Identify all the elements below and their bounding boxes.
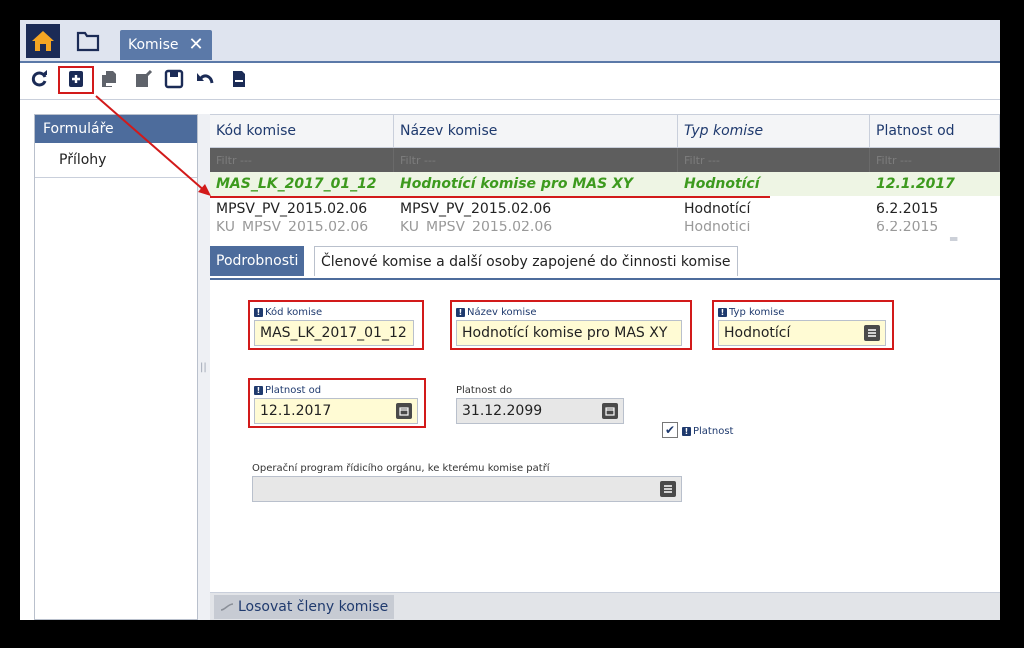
table-cell: Hodnotící <box>684 201 751 217</box>
splitter-grip-icon: || <box>200 362 207 373</box>
refresh-icon <box>31 70 47 87</box>
undo-button[interactable] <box>194 68 216 90</box>
filter-input-nazev[interactable]: Filtr --- <box>394 148 678 172</box>
detail-form: ! Kód komise MAS_LK_2017_01_12 ! Název kom… <box>210 280 1000 600</box>
grid-filter-row: Filtr --- Filtr --- Filtr --- Filtr --- <box>210 148 1000 172</box>
table-cell: Hodnotící komise pro MAS XY <box>400 176 633 192</box>
table-cell: KÚ_MPSV_2015.02.06 <box>400 221 553 233</box>
platnost-label: Platnost <box>693 425 734 437</box>
copy-icon <box>102 71 116 87</box>
left-panel-header: Formuláře <box>35 115 197 143</box>
platnost-checkbox-label-wrap: ! Platnost <box>682 425 733 437</box>
close-icon[interactable]: ✕ <box>188 36 203 54</box>
save-icon <box>164 69 184 89</box>
typ-komise-highlight <box>712 300 894 350</box>
filter-input-typ[interactable]: Filtr --- <box>678 148 870 172</box>
grid-header: Kód komise Název komise Typ komise Platn… <box>210 115 1000 148</box>
save-button[interactable] <box>163 68 185 90</box>
table-cell: Hodnotící <box>684 221 751 233</box>
toolbar <box>20 66 1000 94</box>
operacni-program-label: Operační program řídicího orgánu, ke kte… <box>252 462 550 474</box>
column-header-typ[interactable]: Typ komise <box>678 115 870 147</box>
copy-button[interactable] <box>98 68 120 90</box>
losovat-clenu-button[interactable]: Losovat členy komise <box>214 595 395 619</box>
table-row[interactable]: MPSV_PV_2015.02.06 MPSV_PV_2015.02.06 Ho… <box>210 197 1000 221</box>
operacni-program-select[interactable] <box>252 476 682 502</box>
bottom-action-bar: Losovat členy komise <box>210 592 1000 620</box>
checkmark-icon: ✔ <box>664 423 676 437</box>
column-header-kod[interactable]: Kód komise <box>210 115 394 147</box>
left-panel-item-prilohy[interactable]: Přílohy <box>35 143 197 178</box>
new-record-highlight <box>58 66 94 94</box>
list-icon[interactable] <box>660 481 676 497</box>
table-cell: 12.1.2017 <box>876 176 955 192</box>
filter-input-platnost-od[interactable]: Filtr --- <box>870 148 1000 172</box>
delete-button[interactable] <box>228 68 250 90</box>
platnost-od-highlight <box>248 378 426 428</box>
filter-input-kod[interactable]: Filtr --- <box>210 148 394 172</box>
home-button[interactable] <box>26 24 60 58</box>
table-cell: MPSV_PV_2015.02.06 <box>216 201 368 217</box>
table-cell: Hodnotící <box>684 176 760 192</box>
folder-button[interactable] <box>72 24 104 58</box>
folder-icon <box>76 31 100 52</box>
platnost-do-value: 31.12.2099 <box>462 403 543 419</box>
platnost-do-label: Platnost do <box>456 384 513 396</box>
platnost-do-field: Platnost do 31.12.2099 <box>456 384 624 424</box>
platnost-checkbox[interactable]: ✔ <box>662 422 678 438</box>
table-cell: MAS_LK_2017_01_12 <box>216 176 377 192</box>
edit-icon <box>136 69 153 87</box>
home-icon <box>32 31 54 51</box>
komise-grid: Kód komise Název komise Typ komise Platn… <box>210 114 1000 233</box>
top-bar: Komise ✕ <box>20 20 1000 62</box>
shuffle-icon <box>220 603 234 611</box>
tab-underline <box>20 61 1000 63</box>
table-cell: MPSV_PV_2015.02.06 <box>400 201 552 217</box>
table-cell: KÚ_MPSV_2015.02.06 <box>216 221 369 233</box>
toolbar-divider <box>20 99 1000 100</box>
tab-komise-label: Komise <box>128 37 179 53</box>
table-cell: 6.2.2015 <box>876 201 939 217</box>
refresh-button[interactable] <box>28 68 50 90</box>
nazev-komise-highlight <box>450 300 692 350</box>
tab-podrobnosti[interactable]: Podrobnosti <box>210 246 305 276</box>
table-row-selected[interactable]: MAS_LK_2017_01_12 Hodnotící komise pro M… <box>210 172 1000 196</box>
column-header-nazev[interactable]: Název komise <box>394 115 678 147</box>
app-window: Komise ✕ Formuláře Přílohy || Kód komise… <box>20 20 1000 620</box>
column-header-platnost-od[interactable]: Platnost od <box>870 115 1000 147</box>
tab-komise[interactable]: Komise ✕ <box>120 30 212 60</box>
losovat-label: Losovat členy komise <box>238 599 389 615</box>
table-cell: 6.2.2015 <box>876 221 939 233</box>
table-row[interactable]: KÚ_MPSV_2015.02.06 KÚ_MPSV_2015.02.06 Ho… <box>210 221 1000 233</box>
document-minus-icon <box>233 71 245 87</box>
detail-tabs: Podrobnosti Členové komise a další osoby… <box>210 244 1000 280</box>
selected-row-highlight <box>210 196 770 198</box>
operacni-program-field: Operační program řídicího orgánu, ke kte… <box>252 462 682 502</box>
edit-button[interactable] <box>132 68 154 90</box>
tab-clenove-komise[interactable]: Členové komise a další osoby zapojené do… <box>314 246 738 276</box>
platnost-do-input[interactable]: 31.12.2099 <box>456 398 624 424</box>
calendar-icon[interactable] <box>602 403 618 419</box>
undo-icon <box>197 73 214 84</box>
kod-komise-highlight <box>248 300 424 350</box>
panel-splitter[interactable]: || <box>198 114 210 620</box>
left-panel: Formuláře Přílohy <box>34 114 198 620</box>
required-icon: ! <box>682 426 691 436</box>
